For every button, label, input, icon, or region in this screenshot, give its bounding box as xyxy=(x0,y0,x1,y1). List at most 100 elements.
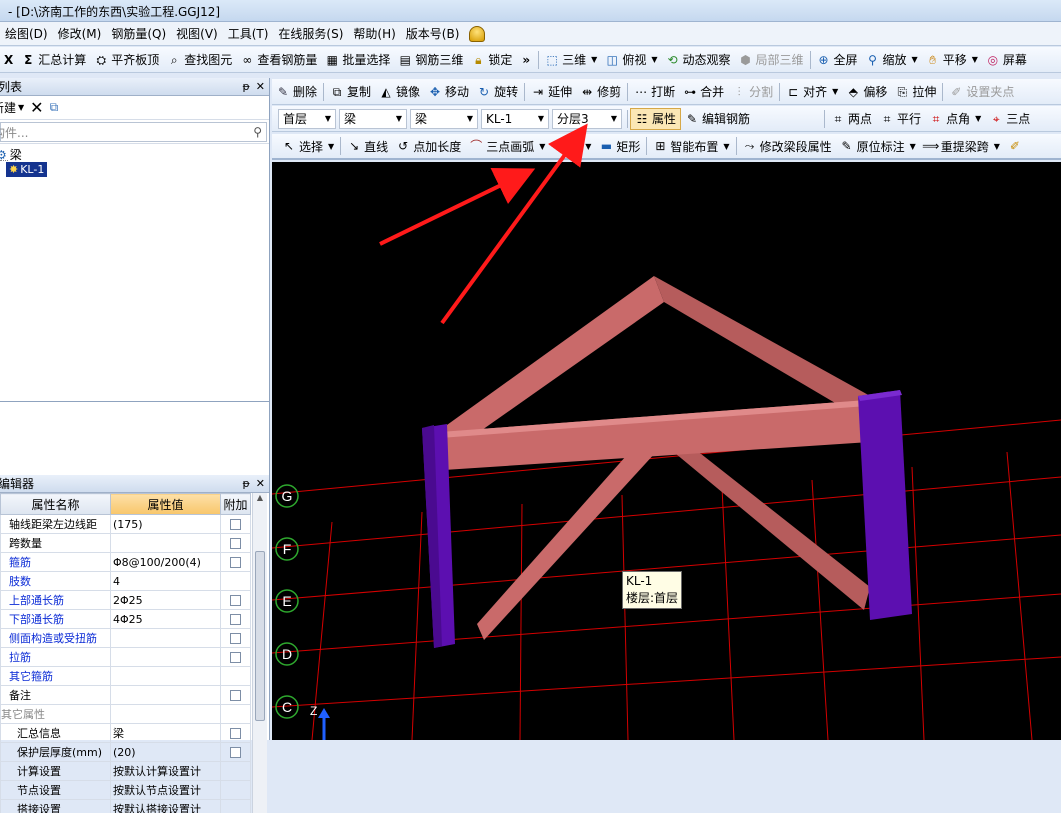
property-row[interactable]: 轴线距梁左边线距(175) xyxy=(1,515,251,534)
line-button[interactable]: ↘直线 xyxy=(343,135,392,157)
menu-draw[interactable]: 绘图(D) xyxy=(0,22,53,45)
break-button[interactable]: ⋯打断 xyxy=(630,81,679,103)
two-point-button[interactable]: ⌗两点 xyxy=(827,108,876,130)
close-icon[interactable]: ✕ xyxy=(256,80,265,93)
menu-rebar-qty[interactable]: 钢筋量(Q) xyxy=(106,22,171,45)
point-length-button[interactable]: ↺点加长度 xyxy=(392,135,465,157)
property-row[interactable]: 箍筋Φ8@100/200(4) xyxy=(1,553,251,572)
modify-segment-button[interactable]: ⤳修改梁段属性 xyxy=(739,135,836,157)
delete-button[interactable]: ✎删除 xyxy=(272,81,321,103)
menu-version[interactable]: 版本号(B) xyxy=(401,22,465,45)
extend-button[interactable]: ⇥延伸 xyxy=(527,81,576,103)
property-value[interactable]: Φ8@100/200(4) xyxy=(111,553,221,572)
split-button[interactable]: ⫶分割 xyxy=(728,81,777,103)
pin-icon[interactable]: ᵽ xyxy=(242,80,249,93)
new-button[interactable]: 新建▼ xyxy=(0,99,24,116)
select-button[interactable]: ↖选择▼ xyxy=(278,135,338,157)
menu-view[interactable]: 视图(V) xyxy=(171,22,223,45)
set-grip-button[interactable]: ✐设置夹点 xyxy=(945,81,1018,103)
3d-view-button[interactable]: ⬚三维▼ xyxy=(541,49,601,71)
property-value[interactable] xyxy=(111,648,221,667)
toolbar1-more[interactable]: » xyxy=(516,49,536,71)
property-add-checkbox[interactable] xyxy=(221,800,251,813)
point-angle-button[interactable]: ⌗点角▼ xyxy=(925,108,985,130)
property-add-checkbox[interactable] xyxy=(221,591,251,610)
property-row[interactable]: 保护层厚度(mm)(20) xyxy=(1,743,251,762)
property-row[interactable]: 其它属性 xyxy=(1,705,251,724)
property-value[interactable] xyxy=(111,534,221,553)
edit-rebar-button[interactable]: ✎编辑钢筋 xyxy=(681,108,754,130)
property-value[interactable] xyxy=(111,705,221,724)
property-add-checkbox[interactable] xyxy=(221,762,251,781)
move-button[interactable]: ✥移动 xyxy=(424,81,473,103)
toolbar-x[interactable]: X xyxy=(0,49,17,71)
property-add-checkbox[interactable] xyxy=(221,610,251,629)
property-value[interactable]: 按默认搭接设置计 xyxy=(111,800,221,813)
align-button[interactable]: ⊏对齐▼ xyxy=(782,81,842,103)
trim-button[interactable]: ⇹修剪 xyxy=(576,81,625,103)
property-row[interactable]: 计算设置按默认计算设置计 xyxy=(1,762,251,781)
property-value[interactable] xyxy=(111,686,221,705)
property-row[interactable]: 下部通长筋4Φ25 xyxy=(1,610,251,629)
property-scrollbar[interactable]: ▲ xyxy=(252,493,267,813)
property-add-checkbox[interactable] xyxy=(221,515,251,534)
property-value[interactable] xyxy=(111,667,221,686)
element-select[interactable]: KL-1▼ xyxy=(481,109,549,129)
property-value[interactable]: 按默认节点设置计 xyxy=(111,781,221,800)
offset-button[interactable]: ⬘偏移 xyxy=(842,81,891,103)
menu-tools[interactable]: 工具(T) xyxy=(223,22,274,45)
orbit-button[interactable]: ⟲动态观察 xyxy=(661,49,734,71)
pin-icon[interactable]: ᵽ xyxy=(242,477,249,490)
pan-button[interactable]: ✋︎平移▼ xyxy=(922,49,982,71)
property-row[interactable]: 拉筋 xyxy=(1,648,251,667)
rectangle-button[interactable]: ▬矩形 xyxy=(595,135,644,157)
three-point-arc-button[interactable]: ⌒三点画弧▼ xyxy=(465,135,549,157)
type-select[interactable]: 梁▼ xyxy=(410,109,478,129)
property-value[interactable]: 2Φ25 xyxy=(111,591,221,610)
property-add-checkbox[interactable] xyxy=(221,781,251,800)
property-row[interactable]: 跨数量 xyxy=(1,534,251,553)
rebar-3d-button[interactable]: ▤钢筋三维 xyxy=(394,49,467,71)
menu-online[interactable]: 在线服务(S) xyxy=(273,22,348,45)
view-rebar-qty-button[interactable]: ∞查看钢筋量 xyxy=(236,49,321,71)
respan-button[interactable]: ⟹重提梁跨▼ xyxy=(920,135,1004,157)
brush-icon[interactable]: ✐ xyxy=(1004,135,1026,157)
arc-mode-dropdown[interactable]: ▼ xyxy=(549,135,595,157)
mirror-button[interactable]: ◭镜像 xyxy=(375,81,424,103)
property-value[interactable]: (175) xyxy=(111,515,221,534)
property-value[interactable]: (20) xyxy=(111,743,221,762)
merge-button[interactable]: ⊶合并 xyxy=(679,81,728,103)
smart-layout-button[interactable]: ⊞智能布置▼ xyxy=(649,135,733,157)
copy-icon[interactable]: ⧉ xyxy=(50,100,59,115)
property-row[interactable]: 搭接设置按默认搭接设置计 xyxy=(1,800,251,813)
3d-viewport[interactable]: G F E D C Z KL-1 楼层:首层 xyxy=(272,162,1061,740)
property-value[interactable]: 4Φ25 xyxy=(111,610,221,629)
menu-help[interactable]: 帮助(H) xyxy=(348,22,400,45)
top-view-button[interactable]: ◫俯视▼ xyxy=(601,49,661,71)
property-add-checkbox[interactable] xyxy=(221,667,251,686)
in-situ-mark-button[interactable]: ✎原位标注▼ xyxy=(836,135,920,157)
property-add-checkbox[interactable] xyxy=(221,629,251,648)
component-search[interactable]: 构件... ⚲ xyxy=(0,122,267,142)
copy-button[interactable]: ⧉复制 xyxy=(326,81,375,103)
property-add-checkbox[interactable] xyxy=(221,648,251,667)
property-value[interactable] xyxy=(111,629,221,648)
fullscreen-button[interactable]: ⊕全屏 xyxy=(813,49,862,71)
property-row[interactable]: 其它箍筋 xyxy=(1,667,251,686)
find-element-button[interactable]: ⌕查找图元 xyxy=(163,49,236,71)
stretch-button[interactable]: ⎘拉伸 xyxy=(891,81,940,103)
property-add-checkbox[interactable] xyxy=(221,686,251,705)
helmet-icon[interactable] xyxy=(464,22,490,45)
zoom-button[interactable]: ⚲缩放▼ xyxy=(862,49,922,71)
property-row[interactable]: 上部通长筋2Φ25 xyxy=(1,591,251,610)
batch-select-button[interactable]: ▦批量选择 xyxy=(321,49,394,71)
menu-modify[interactable]: 修改(M) xyxy=(53,22,107,45)
property-row[interactable]: 肢数4 xyxy=(1,572,251,591)
layer-select[interactable]: 分层3▼ xyxy=(552,109,622,129)
screen-button[interactable]: ◎屏幕 xyxy=(982,49,1031,71)
local-3d-button[interactable]: ⬢局部三维 xyxy=(735,49,808,71)
property-row[interactable]: 备注 xyxy=(1,686,251,705)
property-value[interactable]: 4 xyxy=(111,572,221,591)
lock-button[interactable]: 🔒︎锁定 xyxy=(467,49,516,71)
delete-icon[interactable]: ✕ xyxy=(30,100,43,116)
